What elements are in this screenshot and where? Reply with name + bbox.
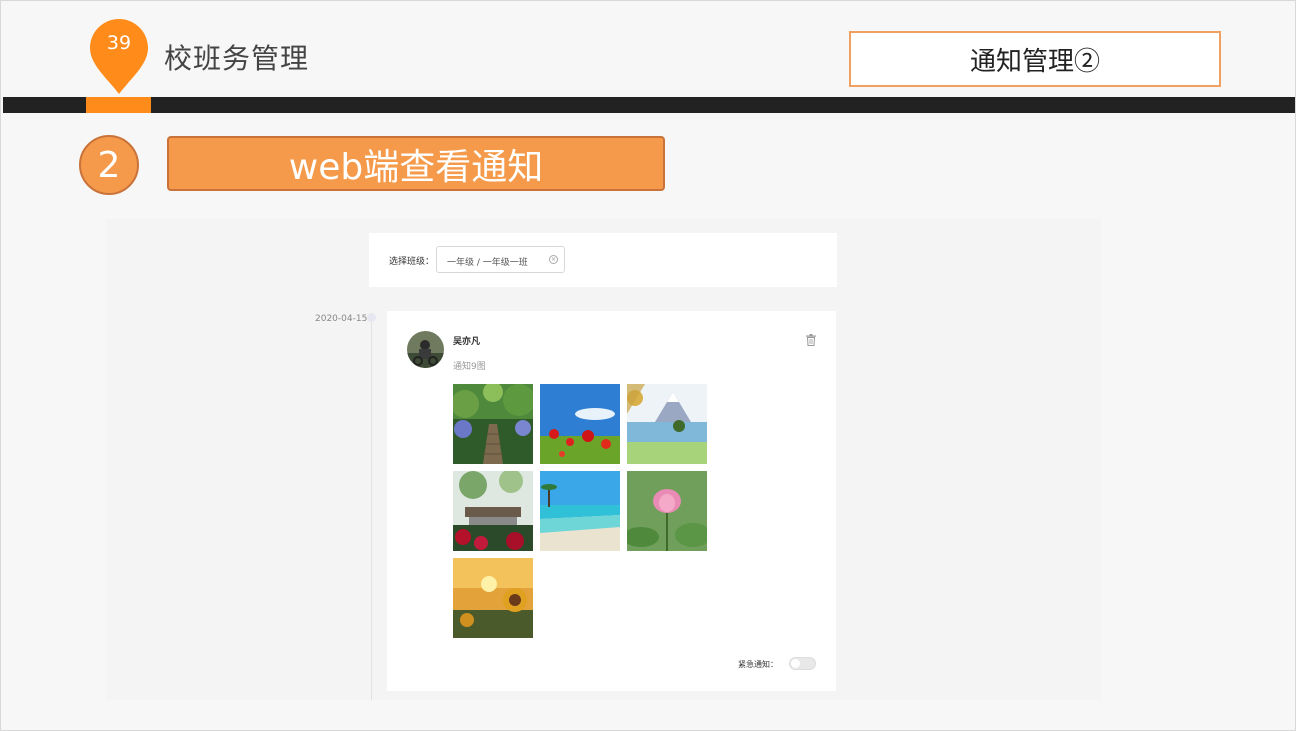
garden-pavilion-photo[interactable] [453,471,533,551]
step-title: web端查看通知 [288,146,544,188]
notice-card: 吴亦凡 通知9图 紧急通知： [387,311,836,691]
notice-author: 吴亦凡 [453,337,481,347]
class-filter-label: 选择班级： [389,257,435,267]
pink-lotus-photo[interactable] [627,471,707,551]
urgent-notice-label: 紧急通知： [738,660,778,669]
avatar [407,331,444,368]
page-number-pin: 39 [88,17,150,97]
red-poppies-sky-photo[interactable] [540,384,620,464]
app-title: 校班务管理 [164,42,310,75]
slide: 39 校班务管理 通知管理② 2 web端查看通知 选择班级： 一年级 / 一年… [0,0,1296,731]
map-pin-icon [90,19,148,94]
page-number: 39 [106,32,132,54]
sunflower-sunset-photo[interactable] [453,558,533,638]
step-title-banner: web端查看通知 [167,136,665,191]
toggle-knob [791,659,800,668]
urgent-notice-toggle[interactable] [789,657,816,670]
trash-icon[interactable] [806,331,816,346]
timeline-line [371,317,372,700]
timeline-dot [367,313,376,322]
timeline-date: 2020-04-15 [315,314,368,324]
snow-mountain-lake-photo[interactable] [627,384,707,464]
header-divider-bar [3,97,1295,113]
tropical-beach-photo[interactable] [540,471,620,551]
section-title-box: 通知管理② [849,31,1221,87]
web-screenshot-panel: 选择班级： 一年级 / 一年级一班 × 2020-04-15 吴亦凡 通知9图 … [106,219,1101,700]
notice-text: 通知9图 [453,362,486,372]
step-number: 2 [97,144,121,186]
step-number-badge: 2 [79,135,139,195]
class-filter-card: 选择班级： 一年级 / 一年级一班 × [369,233,837,287]
header-accent-tab [86,97,151,113]
class-select-value: 一年级 / 一年级一班 [447,258,528,268]
class-select[interactable]: 一年级 / 一年级一班 × [436,246,565,273]
forest-path-photo[interactable] [453,384,533,464]
clear-circle-icon[interactable]: × [549,255,558,264]
section-title: 通知管理② [969,46,1100,77]
